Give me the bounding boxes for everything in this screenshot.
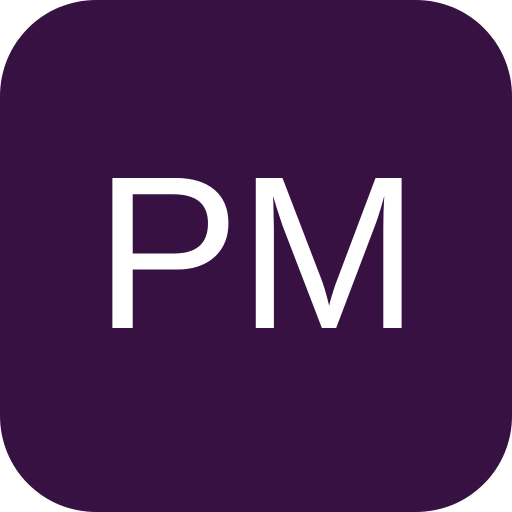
app-icon: PM <box>0 0 512 512</box>
monogram-text: PM <box>94 132 420 375</box>
